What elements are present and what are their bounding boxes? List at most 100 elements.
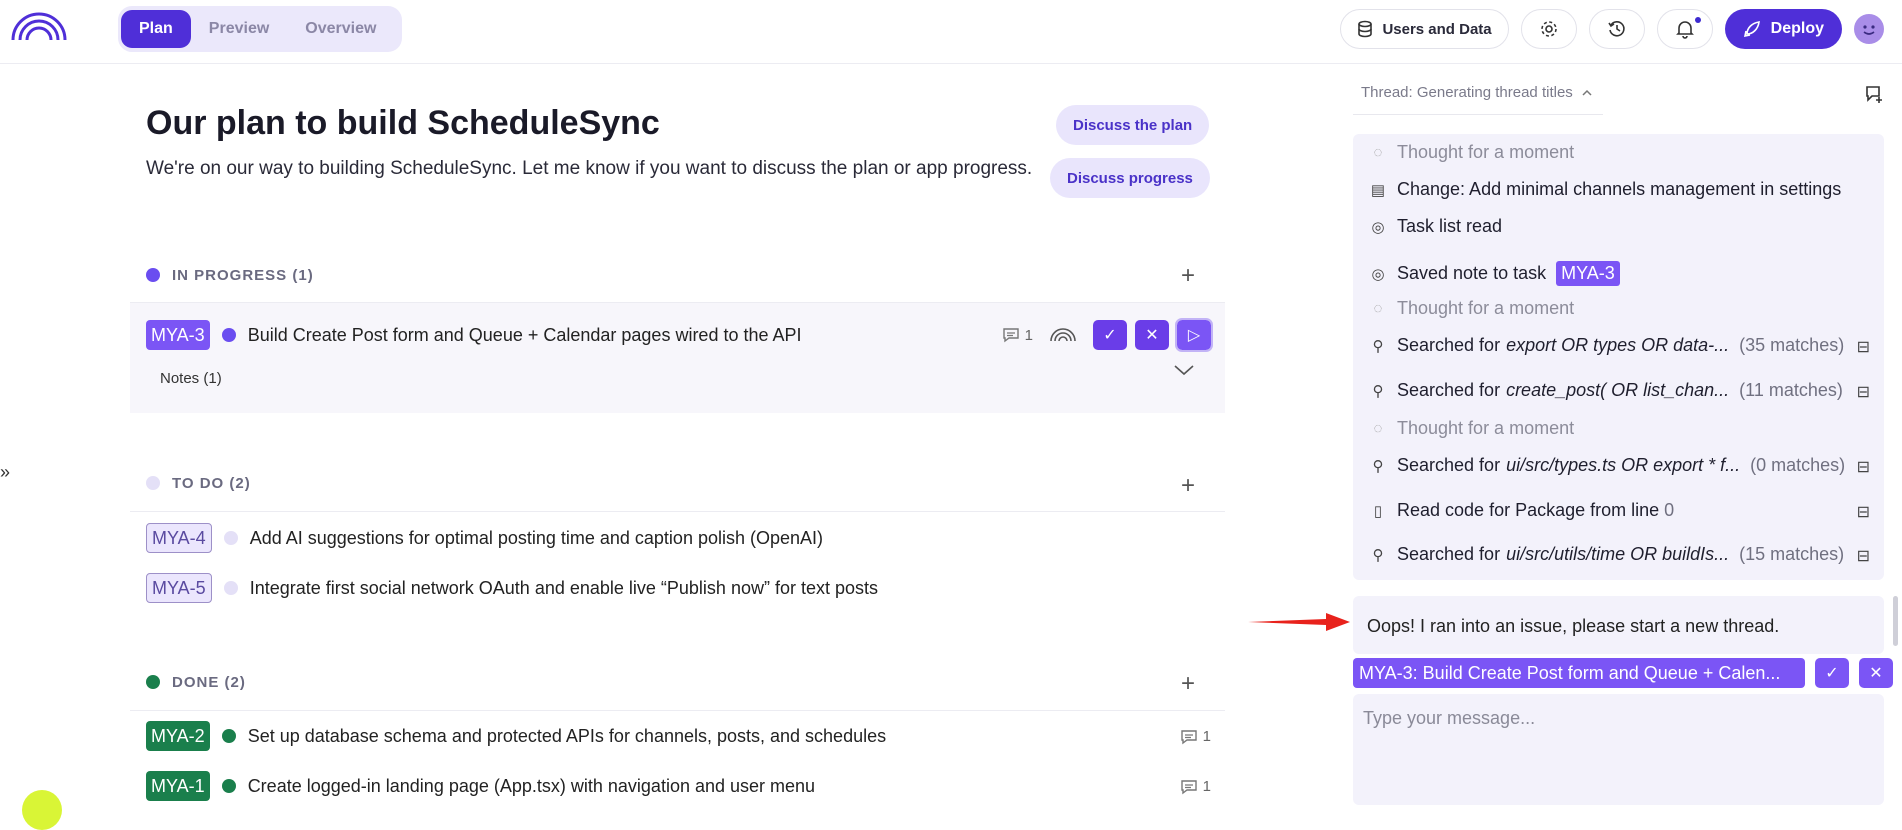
task-title: Add AI suggestions for optimal posting t… <box>249 527 824 548</box>
status-dot <box>146 476 160 490</box>
log-text: Task list read <box>1397 216 1503 236</box>
top-bar: Plan Preview Overview Users and Data Dep… <box>0 0 1902 64</box>
history-button[interactable] <box>1588 9 1645 49</box>
task-row[interactable]: MYA-3 Build Create Post form and Queue +… <box>146 320 802 350</box>
task-row[interactable]: MYA-1 Create logged-in landing page (App… <box>146 771 815 801</box>
thread-selector[interactable]: Thread: Generating thread titles <box>1361 84 1593 101</box>
reject-task-button[interactable]: ✕ <box>1135 320 1169 350</box>
todo-section-header: TO DO (2) <box>146 471 251 495</box>
logo-icon[interactable] <box>10 12 68 42</box>
users-and-data-button[interactable]: Users and Data <box>1340 9 1509 49</box>
divider <box>130 710 1225 711</box>
check-icon: ✓ <box>1825 665 1839 682</box>
comment-count[interactable]: 1 <box>1002 327 1033 344</box>
log-item: ⚲ Searched for create_post( OR list_chan… <box>1369 380 1843 401</box>
document-icon: ▤ <box>1370 181 1386 199</box>
task-id-tag[interactable]: MYA-4 <box>146 523 212 553</box>
mode-switch: Plan Preview Overview <box>118 6 402 52</box>
expand-icon[interactable]: ⊟ <box>1857 546 1870 566</box>
chat-bubble-icon: ◌ <box>1373 420 1383 437</box>
book-icon: ▯ <box>1373 502 1383 520</box>
task-id-tag[interactable]: MYA-3 <box>146 320 210 350</box>
page-title: Our plan to build ScheduleSync <box>146 104 660 142</box>
match-count: (11 matches) <box>1739 380 1843 400</box>
add-task-done-button[interactable]: + <box>1181 670 1195 698</box>
rocket-icon <box>1743 20 1761 38</box>
task-id-tag[interactable]: MYA-5 <box>146 573 212 603</box>
add-task-in-progress-button[interactable]: + <box>1181 262 1195 290</box>
deploy-button[interactable]: Deploy <box>1724 9 1842 49</box>
divider <box>130 511 1225 512</box>
task-title: Build Create Post form and Queue + Calen… <box>247 324 802 345</box>
match-count: (15 matches) <box>1739 544 1845 564</box>
approve-task-button[interactable]: ✓ <box>1093 320 1127 350</box>
tab-preview[interactable]: Preview <box>191 10 287 48</box>
settings-button[interactable] <box>1520 9 1577 49</box>
task-id-tag[interactable]: MYA-2 <box>146 721 210 751</box>
section-label: TO DO (2) <box>172 474 251 492</box>
task-row[interactable]: MYA-2 Set up database schema and protect… <box>146 721 886 751</box>
approve-context-button[interactable]: ✓ <box>1815 658 1849 688</box>
log-text: Saved note to task <box>1397 263 1547 283</box>
log-text: Thought for a moment <box>1397 418 1575 438</box>
add-task-todo-button[interactable]: + <box>1181 472 1195 500</box>
thread-activity-log: ◌ Thought for a moment ▤ Change: Add min… <box>1353 134 1884 580</box>
comment-count-value: 1 <box>1024 326 1033 344</box>
task-context-tag[interactable]: MYA-3: Build Create Post form and Queue … <box>1353 658 1805 688</box>
tab-plan[interactable]: Plan <box>121 10 191 48</box>
comment-count[interactable]: 1 <box>1180 778 1211 795</box>
comment-count[interactable]: 1 <box>1180 728 1211 745</box>
expand-icon[interactable]: ⊟ <box>1857 337 1870 357</box>
status-dot <box>223 581 238 595</box>
log-item: ◌ Thought for a moment <box>1369 298 1575 319</box>
log-text: Thought for a moment <box>1397 298 1575 318</box>
scrollbar[interactable] <box>1893 596 1898 646</box>
task-title: Integrate first social network OAuth and… <box>249 577 878 598</box>
status-dot <box>223 531 238 545</box>
section-label: IN PROGRESS (1) <box>172 266 314 284</box>
log-text: Thought for a moment <box>1397 142 1575 162</box>
comment-icon <box>1002 327 1020 343</box>
help-bubble[interactable] <box>22 790 62 830</box>
status-dot <box>146 675 160 689</box>
user-avatar[interactable] <box>1854 14 1884 44</box>
thread-panel: Thread: Generating thread titles ◌ Thoug… <box>1248 64 1902 805</box>
discuss-progress-button[interactable]: Discuss progress <box>1050 158 1210 198</box>
task-row[interactable]: MYA-4 Add AI suggestions for optimal pos… <box>146 523 823 553</box>
message-input[interactable] <box>1363 708 1874 729</box>
chevron-down-icon[interactable] <box>1173 364 1195 376</box>
expand-sidebar-button[interactable]: » <box>0 462 10 483</box>
database-icon <box>1357 20 1373 38</box>
tab-overview[interactable]: Overview <box>287 10 394 48</box>
notifications-button[interactable] <box>1656 9 1713 49</box>
check-icon: ✓ <box>1103 327 1117 344</box>
chat-bubble-icon: ◌ <box>1373 300 1383 317</box>
play-icon: ▷ <box>1187 327 1201 344</box>
discuss-plan-button[interactable]: Discuss the plan <box>1056 105 1210 145</box>
expand-icon[interactable]: ⊟ <box>1857 457 1870 477</box>
comment-count-value: 1 <box>1202 728 1211 745</box>
log-item: ▯ Read code for Package from line 0 <box>1369 500 1674 521</box>
task-link-tag[interactable]: MYA-3 <box>1556 261 1620 286</box>
notes-toggle[interactable]: Notes (1) <box>160 370 222 387</box>
thread-title: Thread: Generating thread titles <box>1361 84 1573 101</box>
line-number: 0 <box>1664 500 1675 520</box>
task-id-tag[interactable]: MYA-1 <box>146 771 210 801</box>
task-title: Set up database schema and protected API… <box>247 725 887 746</box>
log-item: ⚲ Searched for ui/src/utils/time OR buil… <box>1369 544 1845 565</box>
users-and-data-label: Users and Data <box>1382 20 1492 38</box>
match-count: (35 matches) <box>1739 335 1845 355</box>
expand-icon[interactable]: ⊟ <box>1857 382 1870 402</box>
page-subtitle: We're on our way to building ScheduleSyn… <box>146 158 1033 179</box>
new-thread-button[interactable] <box>1864 84 1884 104</box>
task-row[interactable]: MYA-5 Integrate first social network OAu… <box>146 573 878 603</box>
log-text: Searched for <box>1397 455 1501 475</box>
task-actions: 1 ✓ ✕ ▷ <box>1002 318 1213 352</box>
done-section-header: DONE (2) <box>146 670 246 694</box>
expand-icon[interactable]: ⊟ <box>1857 502 1870 522</box>
double-chevron-right-icon: » <box>0 462 11 482</box>
new-chat-icon <box>1864 84 1884 104</box>
run-task-button[interactable]: ▷ <box>1175 318 1213 352</box>
remove-context-button[interactable]: ✕ <box>1859 658 1893 688</box>
log-text: Searched for <box>1397 380 1501 400</box>
